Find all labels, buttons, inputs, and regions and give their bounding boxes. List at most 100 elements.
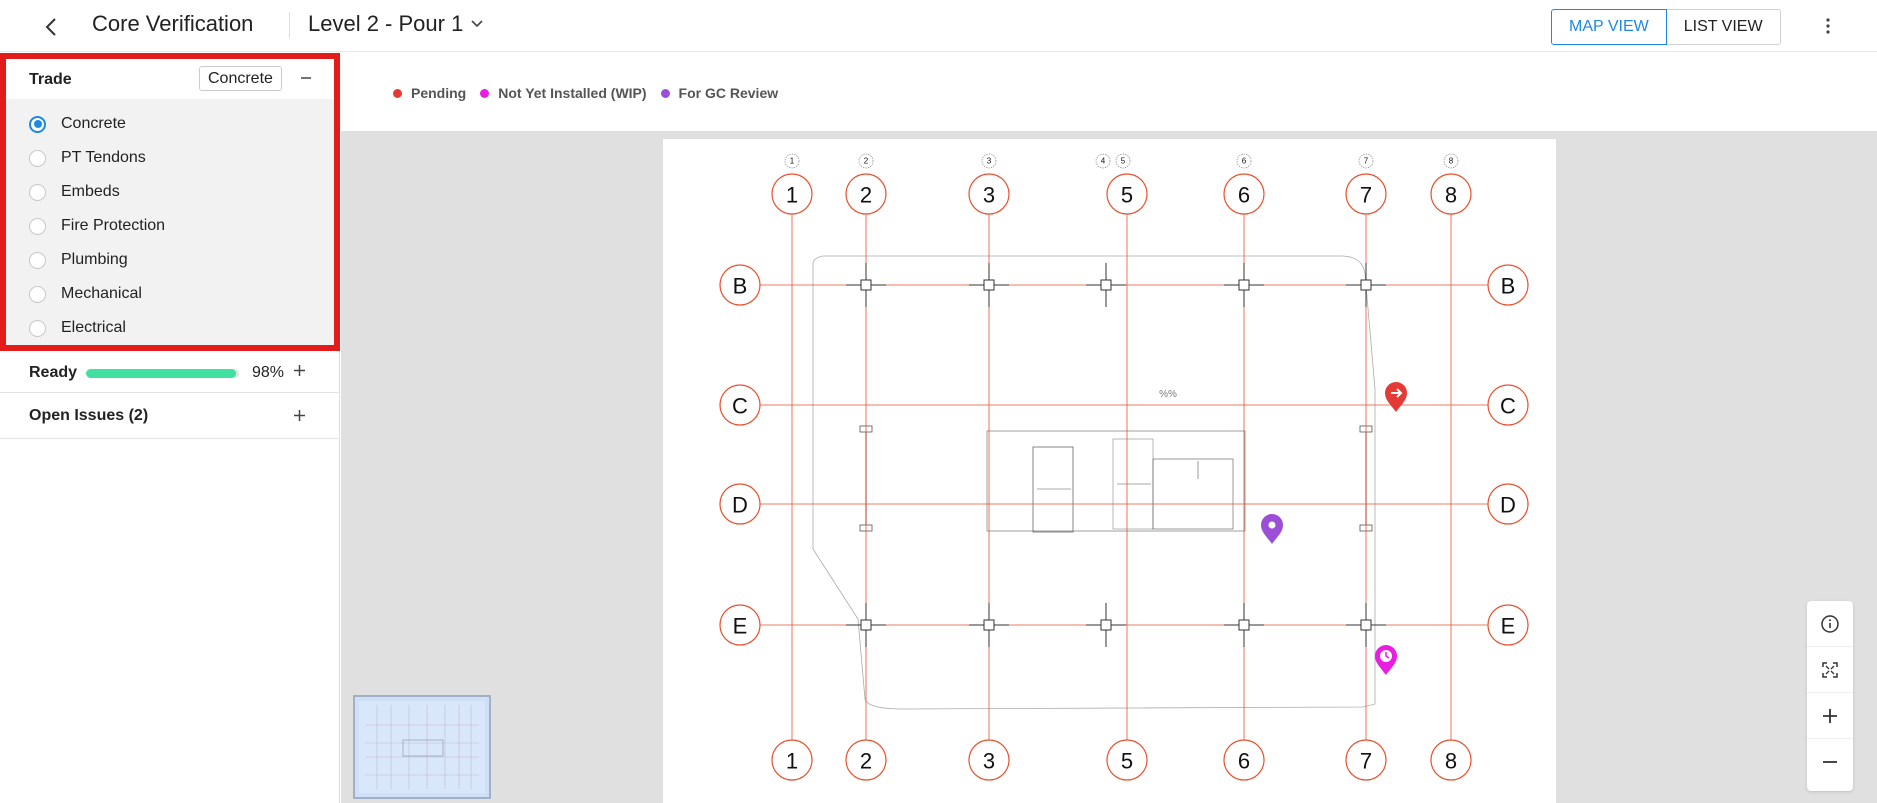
fit-screen-button[interactable] xyxy=(1807,647,1853,693)
grid-bubble-label: 7 xyxy=(1360,183,1372,208)
zoom-in-button[interactable] xyxy=(1807,693,1853,739)
grid-bubble-label: 8 xyxy=(1445,183,1457,208)
radio-button[interactable] xyxy=(29,217,46,235)
map-controls xyxy=(1807,601,1853,791)
trade-option-label: Concrete xyxy=(61,115,126,132)
drawing-annotation: %% xyxy=(1159,389,1177,400)
column-marker xyxy=(1224,603,1264,647)
column-marker-box xyxy=(1360,279,1372,291)
grid-tag-label: 6 xyxy=(1242,157,1247,166)
legend-dot xyxy=(660,88,670,98)
level-dropdown[interactable]: Level 2 - Pour 1 xyxy=(308,11,483,37)
minus-icon xyxy=(301,77,311,79)
trade-option-mechanical[interactable]: Mechanical xyxy=(6,277,334,311)
grid-bubble-label: 7 xyxy=(1360,749,1372,774)
ready-label: Ready xyxy=(29,364,78,381)
radio-button[interactable] xyxy=(29,319,46,337)
legend-label: Pending xyxy=(411,85,467,101)
trade-filter-panel: Trade Concrete Concrete PT Tendons Embed… xyxy=(0,53,340,351)
floor-plan-svg[interactable]: %% 1 2 3 4 5 6 7 8 1 1 2 2 3 3 5 5 6 6 7 7 8 8 B B C C D D E E xyxy=(663,139,1556,803)
column-marker xyxy=(1346,603,1386,647)
open-issues-label: Open Issues (2) xyxy=(29,407,149,424)
back-button[interactable] xyxy=(36,12,66,42)
location-pin-icon xyxy=(1268,521,1276,529)
column-marker xyxy=(1346,263,1386,307)
expand-ready-button[interactable] xyxy=(293,360,306,383)
trade-title: Trade xyxy=(29,71,72,88)
trade-option-concrete[interactable]: Concrete xyxy=(6,107,334,141)
trade-option-label: Plumbing xyxy=(61,251,128,268)
grid-tag-label: 1 xyxy=(790,157,795,166)
grid-bubble-label: C xyxy=(732,394,748,419)
column-marker-box xyxy=(1238,279,1250,291)
pin-pending[interactable] xyxy=(1385,382,1407,412)
zoom-out-button[interactable] xyxy=(1807,739,1853,785)
info-button[interactable] xyxy=(1807,601,1853,647)
trade-option-pt-tendons[interactable]: PT Tendons xyxy=(6,141,334,175)
radio-button[interactable] xyxy=(29,183,46,201)
legend-dot xyxy=(480,88,490,98)
map-view-button[interactable]: MAP VIEW xyxy=(1551,9,1667,45)
chevron-down-icon xyxy=(471,20,483,28)
grid-tag-label: 2 xyxy=(864,157,869,166)
legend-label: For GC Review xyxy=(678,85,779,101)
trade-option-label: Electrical xyxy=(61,319,126,336)
floor-plan-drawing[interactable]: %% 1 2 3 4 5 6 7 8 1 1 2 2 3 3 5 5 6 6 7 7 8 8 B B C C D D E E xyxy=(663,139,1556,803)
trade-option-electrical[interactable]: Electrical xyxy=(6,311,334,345)
column-marker-box xyxy=(983,619,995,631)
radio-button[interactable] xyxy=(29,285,46,303)
legend-item-pending: Pending xyxy=(393,85,466,101)
trade-option-label: Mechanical xyxy=(61,285,142,302)
grid-bubble-label: 3 xyxy=(983,183,995,208)
column-marker xyxy=(846,263,886,307)
legend-item-wip: Not Yet Installed (WIP) xyxy=(480,85,647,101)
column-marker-box xyxy=(860,619,872,631)
ready-progress-bar xyxy=(86,369,239,378)
open-issues-section: Open Issues (2) xyxy=(0,393,340,439)
trade-option-fire-protection[interactable]: Fire Protection xyxy=(6,209,334,243)
more-options-button[interactable] xyxy=(1818,12,1838,40)
trade-options-list: Concrete PT Tendons Embeds Fire Protecti… xyxy=(6,107,334,345)
grid-bubble-label: E xyxy=(1501,614,1516,639)
ready-percent: 98% xyxy=(252,364,285,381)
trade-option-embeds[interactable]: Embeds xyxy=(6,175,334,209)
selected-trade-chip: Concrete xyxy=(199,66,282,91)
grid-bubble-label: B xyxy=(733,274,748,299)
page-title: Core Verification xyxy=(92,11,254,36)
legend-item-gc-review: For GC Review xyxy=(660,85,779,101)
trade-option-plumbing[interactable]: Plumbing xyxy=(6,243,334,277)
minimap[interactable] xyxy=(353,695,491,799)
pin-gc-review[interactable] xyxy=(1261,514,1283,544)
view-toggle: MAP VIEW LIST VIEW xyxy=(1551,9,1781,45)
expand-issues-button[interactable] xyxy=(293,405,306,428)
column-marker-box xyxy=(1238,619,1250,631)
grid-bubble-label: 1 xyxy=(786,183,798,208)
grid-bubble-label: 1 xyxy=(786,749,798,774)
trade-header: Trade Concrete xyxy=(6,59,334,99)
trade-option-label: Embeds xyxy=(61,183,120,200)
legend-label: Not Yet Installed (WIP) xyxy=(498,85,647,101)
radio-button[interactable] xyxy=(29,115,46,133)
list-view-button[interactable]: LIST VIEW xyxy=(1666,9,1781,45)
grid-bubble-label: 8 xyxy=(1445,749,1457,774)
status-legend: Pending Not Yet Installed (WIP) For GC R… xyxy=(393,85,792,101)
column-marker xyxy=(1086,603,1126,647)
grid-tag-label: 3 xyxy=(987,157,992,166)
column-marker xyxy=(1224,263,1264,307)
grid-bubble-label: D xyxy=(732,493,748,518)
column-marker-box xyxy=(1100,619,1112,631)
radio-button[interactable] xyxy=(29,149,46,167)
pin-wip[interactable] xyxy=(1375,645,1397,675)
grid-bubble-label: D xyxy=(1500,493,1516,518)
collapse-trade-button[interactable] xyxy=(296,67,316,91)
radio-button[interactable] xyxy=(29,251,46,269)
fit-screen-icon xyxy=(1822,661,1838,678)
column-marker xyxy=(969,603,1009,647)
status-legend-bar: Pending Not Yet Installed (WIP) For GC R… xyxy=(341,53,1877,131)
legend-dot xyxy=(393,88,402,98)
map-canvas[interactable]: %% 1 2 3 4 5 6 7 8 1 1 2 2 3 3 5 5 6 6 7 7 8 8 B B C C D D E E xyxy=(341,131,1877,803)
trade-option-label: PT Tendons xyxy=(61,149,146,166)
chevron-left-icon xyxy=(45,18,56,36)
minimap-preview xyxy=(359,701,485,793)
trade-option-label: Fire Protection xyxy=(61,217,166,234)
